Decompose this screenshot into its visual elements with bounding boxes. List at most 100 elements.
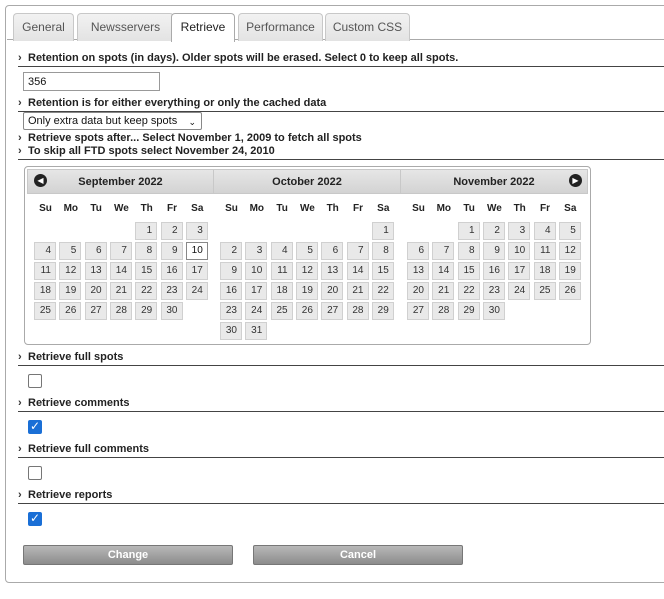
calendar-day[interactable]: 23	[220, 302, 242, 320]
calendar-day[interactable]: 18	[533, 262, 556, 280]
calendar-day[interactable]: 4	[270, 242, 293, 260]
calendar-day[interactable]: 26	[558, 282, 581, 300]
calendar-day[interactable]: 1	[371, 222, 394, 240]
calendar-day[interactable]: 27	[407, 302, 429, 320]
calendar-day[interactable]: 19	[558, 262, 581, 280]
calendar-day[interactable]: 12	[558, 242, 581, 260]
calendar-day[interactable]: 6	[407, 242, 429, 260]
chevron-left-icon[interactable]: ◀	[34, 174, 47, 187]
calendar-day[interactable]: 25	[533, 282, 556, 300]
calendar-day[interactable]: 6	[321, 242, 344, 260]
calendar-day[interactable]: 10	[185, 242, 208, 260]
calendar-day[interactable]: 30	[220, 322, 242, 340]
calendar-day[interactable]: 21	[109, 282, 132, 300]
calendar-day[interactable]: 3	[245, 242, 268, 260]
calendar-day[interactable]: 8	[457, 242, 480, 260]
calendar-day[interactable]: 22	[457, 282, 480, 300]
retrieve-comments-checkbox[interactable]: ✓	[28, 419, 42, 434]
calendar-day[interactable]: 4	[533, 222, 556, 240]
calendar-day[interactable]: 28	[109, 302, 132, 320]
calendar-day[interactable]: 9	[220, 262, 242, 280]
calendar-day[interactable]: 21	[432, 282, 455, 300]
calendar-day[interactable]: 5	[295, 242, 318, 260]
calendar-day[interactable]: 23	[160, 282, 183, 300]
calendar-day[interactable]: 2	[482, 222, 505, 240]
calendar-day[interactable]: 14	[346, 262, 369, 280]
calendar-day[interactable]: 10	[245, 262, 268, 280]
calendar-day[interactable]: 26	[295, 302, 318, 320]
calendar-day[interactable]: 3	[185, 222, 208, 240]
calendar-day[interactable]: 8	[135, 242, 158, 260]
calendar-day[interactable]: 24	[245, 302, 268, 320]
calendar-day[interactable]: 29	[371, 302, 394, 320]
calendar-day[interactable]: 30	[482, 302, 505, 320]
calendar-day[interactable]: 20	[407, 282, 429, 300]
calendar-day[interactable]: 20	[84, 282, 107, 300]
calendar-day[interactable]: 14	[109, 262, 132, 280]
calendar-day[interactable]: 31	[245, 322, 268, 340]
calendar-day[interactable]: 17	[185, 262, 208, 280]
calendar-day[interactable]: 27	[84, 302, 107, 320]
retrieve-full-spots-checkbox[interactable]	[28, 374, 42, 388]
calendar-day[interactable]: 12	[295, 262, 318, 280]
calendar-day[interactable]: 19	[59, 282, 82, 300]
calendar-day[interactable]: 23	[482, 282, 505, 300]
calendar-day[interactable]: 24	[185, 282, 208, 300]
calendar-day[interactable]: 1	[457, 222, 480, 240]
tab-retrieve[interactable]: Retrieve	[171, 13, 235, 42]
calendar-day[interactable]: 7	[109, 242, 132, 260]
calendar-day[interactable]: 18	[34, 282, 56, 300]
calendar-day[interactable]: 17	[508, 262, 531, 280]
calendar-day[interactable]: 8	[371, 242, 394, 260]
cancel-button[interactable]: Cancel	[253, 545, 463, 565]
tab-performance[interactable]: Performance	[238, 13, 323, 41]
retrieve-reports-checkbox[interactable]: ✓	[28, 511, 42, 526]
calendar-day[interactable]: 25	[270, 302, 293, 320]
calendar-day[interactable]: 18	[270, 282, 293, 300]
calendar-day[interactable]: 24	[508, 282, 531, 300]
calendar-day[interactable]: 9	[482, 242, 505, 260]
calendar-day[interactable]: 4	[34, 242, 56, 260]
calendar-day[interactable]: 7	[346, 242, 369, 260]
calendar-day[interactable]: 15	[457, 262, 480, 280]
calendar-day[interactable]: 28	[432, 302, 455, 320]
chevron-right-icon[interactable]: ▶	[569, 174, 582, 187]
calendar-day[interactable]: 12	[59, 262, 82, 280]
calendar-day[interactable]: 11	[533, 242, 556, 260]
calendar-day[interactable]: 9	[160, 242, 183, 260]
calendar-day[interactable]: 28	[346, 302, 369, 320]
calendar-day[interactable]: 29	[135, 302, 158, 320]
calendar-day[interactable]: 19	[295, 282, 318, 300]
tab-newsservers[interactable]: Newsservers	[77, 13, 174, 41]
calendar-day[interactable]: 20	[321, 282, 344, 300]
calendar-day[interactable]: 15	[135, 262, 158, 280]
calendar-day[interactable]: 30	[160, 302, 183, 320]
calendar-day[interactable]: 15	[371, 262, 394, 280]
calendar-day[interactable]: 1	[135, 222, 158, 240]
calendar-day[interactable]: 16	[220, 282, 242, 300]
retrieve-full-comments-checkbox[interactable]	[28, 466, 42, 480]
calendar-day[interactable]: 22	[371, 282, 394, 300]
calendar-day[interactable]: 2	[160, 222, 183, 240]
calendar-day[interactable]: 2	[220, 242, 242, 260]
calendar-day[interactable]: 5	[558, 222, 581, 240]
calendar-day[interactable]: 16	[160, 262, 183, 280]
calendar-day[interactable]: 6	[84, 242, 107, 260]
calendar-day[interactable]: 13	[84, 262, 107, 280]
calendar-day[interactable]: 27	[321, 302, 344, 320]
calendar-day[interactable]: 7	[432, 242, 455, 260]
retention-days-input[interactable]	[23, 72, 160, 91]
calendar-day[interactable]: 16	[482, 262, 505, 280]
calendar-day[interactable]: 29	[457, 302, 480, 320]
calendar-day[interactable]: 22	[135, 282, 158, 300]
calendar-day[interactable]: 3	[508, 222, 531, 240]
retention-scope-select[interactable]: Only extra data but keep spots ⌄	[23, 112, 202, 130]
calendar-day[interactable]: 5	[59, 242, 82, 260]
calendar-day[interactable]: 14	[432, 262, 455, 280]
calendar-day[interactable]: 17	[245, 282, 268, 300]
calendar-day[interactable]: 10	[508, 242, 531, 260]
tab-general[interactable]: General	[13, 13, 74, 41]
calendar-day[interactable]: 26	[59, 302, 82, 320]
change-button[interactable]: Change	[23, 545, 233, 565]
tab-custom-css[interactable]: Custom CSS	[325, 13, 410, 41]
